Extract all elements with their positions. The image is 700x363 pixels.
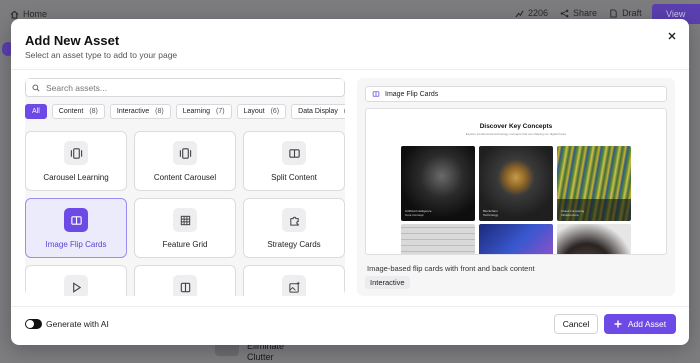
home-icon (10, 10, 19, 19)
preview-image-subtitle: Explore fundamental technology concepts … (465, 132, 567, 136)
carousel-icon (64, 141, 88, 165)
document-icon (610, 8, 617, 18)
footer-divider (11, 306, 689, 307)
flip-cards-icon (64, 208, 88, 232)
asset-card-carousel-learning[interactable]: Carousel Learning (25, 131, 127, 191)
asset-card-split-content[interactable]: Split Content (243, 131, 345, 191)
add-asset-button[interactable]: Add Asset (604, 314, 676, 334)
search-input[interactable] (46, 82, 326, 93)
share-icon (560, 9, 569, 17)
home-link: Home (10, 9, 47, 19)
split-icon (282, 141, 306, 165)
asset-preview: Image Flip Cards Discover Key Concepts E… (357, 78, 675, 296)
preview-card-circuit (479, 224, 553, 254)
puzzle-icon (282, 208, 306, 232)
preview-card-blockchain: Blockchain Technology (479, 146, 553, 221)
filter-data-display[interactable]: Data Display( (291, 104, 345, 119)
preview-card-cloud: Cloud Computing Infrastructure (557, 146, 631, 221)
close-button[interactable] (665, 29, 679, 43)
share-button: Share (560, 8, 597, 18)
generate-ai-label: Generate with AI (46, 319, 109, 329)
columns-icon (173, 275, 197, 296)
preview-image-title: Discover Key Concepts (479, 123, 553, 130)
asset-card-image-flip-cards[interactable]: Image Flip Cards (25, 198, 127, 258)
asset-card-columns[interactable] (134, 265, 236, 296)
preview-card-ai: Artificial Intelligence Core Concept (401, 146, 475, 221)
header-divider (11, 69, 689, 70)
asset-card-image-ai[interactable] (243, 265, 345, 296)
modal-subtitle: Select an asset type to add to your page (25, 50, 178, 60)
home-label: Home (23, 9, 48, 19)
asset-card-label: Strategy Cards (267, 240, 321, 249)
filter-learning[interactable]: Learning (7) (175, 104, 232, 119)
preview-tag: Interactive (365, 276, 410, 289)
draft-label: Draft (622, 8, 642, 18)
preview-header: Image Flip Cards (365, 86, 667, 102)
asset-card-video[interactable] (25, 265, 127, 296)
preview-card-abstract (557, 224, 631, 254)
image-sparkle-icon (282, 275, 306, 296)
filter-all[interactable]: All (25, 104, 47, 119)
preview-card-numbers (401, 224, 475, 254)
asset-card-strategy-cards[interactable]: Strategy Cards (243, 198, 345, 258)
close-icon (668, 32, 676, 40)
add-asset-label: Add Asset (627, 319, 667, 329)
generate-ai-toggle[interactable] (25, 319, 42, 329)
preview-image: Discover Key Concepts Explore fundamenta… (365, 108, 667, 255)
toggle-knob (26, 320, 34, 328)
filter-tabs: All Content (8) Interactive (8) Learning (7… (25, 104, 345, 119)
grid-icon (173, 208, 197, 232)
modal-title: Add New Asset (25, 33, 120, 48)
count-indicator: 2206 (515, 8, 548, 18)
asset-card-label: Split Content (271, 173, 317, 182)
count-label: 2206 (528, 8, 549, 18)
flip-cards-icon (372, 91, 380, 97)
chart-icon (515, 10, 524, 17)
asset-card-feature-grid[interactable]: Feature Grid (134, 198, 236, 258)
asset-card-label: Feature Grid (162, 240, 208, 249)
carousel-icon (173, 141, 197, 165)
asset-card-label: Content Carousel (153, 173, 217, 182)
search-box (25, 78, 345, 97)
preview-header-label: Image Flip Cards (385, 90, 439, 98)
draft-button: Draft (609, 8, 642, 18)
plus-icon (614, 320, 622, 328)
asset-card-label: Image Flip Cards (45, 240, 107, 249)
filter-layout[interactable]: Layout (6) (236, 104, 287, 119)
play-icon (64, 275, 88, 296)
asset-card-content-carousel[interactable]: Content Carousel (134, 131, 236, 191)
preview-description: Image-based flip cards with front and ba… (367, 264, 535, 273)
filter-interactive[interactable]: Interactive (8) (109, 104, 171, 119)
cancel-button[interactable]: Cancel (554, 314, 598, 334)
share-label: Share (573, 8, 598, 18)
search-icon (32, 83, 40, 92)
asset-grid: Carousel Learning Content Carousel Split… (25, 131, 345, 296)
add-asset-modal: Add New Asset Select an asset type to ad… (11, 19, 689, 345)
asset-card-label: Carousel Learning (43, 173, 109, 182)
asset-picker: All Content(8) Interactive(8) Learning(7… (25, 78, 345, 296)
filter-content[interactable]: Content (8) (51, 104, 105, 119)
